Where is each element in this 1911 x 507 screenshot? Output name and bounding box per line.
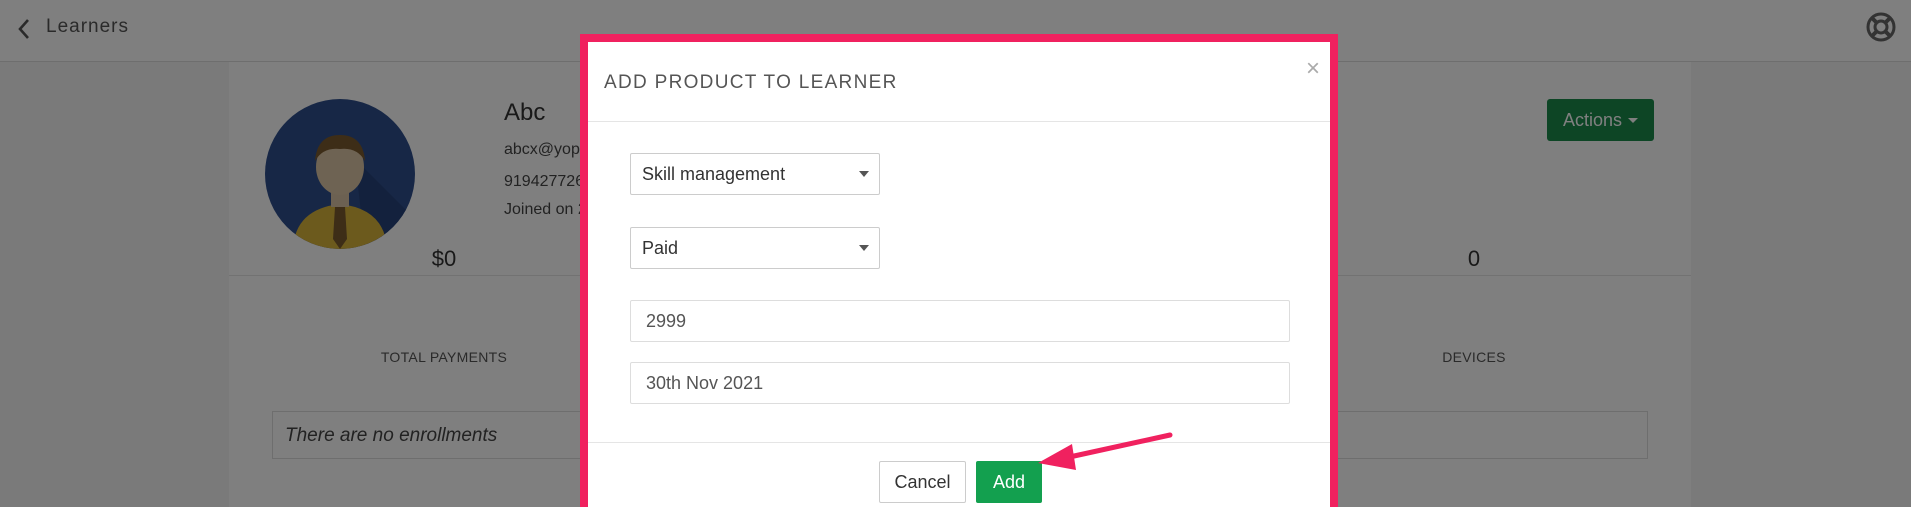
chevron-down-icon (859, 245, 869, 251)
pointer-arrow-icon (1038, 432, 1173, 470)
cancel-button[interactable]: Cancel (879, 461, 966, 503)
product-select[interactable]: Skill management (630, 153, 880, 195)
expiry-date-input[interactable] (630, 362, 1290, 404)
modal-title: ADD PRODUCT TO LEARNER (604, 72, 898, 93)
chevron-down-icon (859, 171, 869, 177)
price-input[interactable] (630, 300, 1290, 342)
modal-header-divider (588, 121, 1330, 122)
close-icon[interactable]: × (1306, 55, 1320, 83)
pricing-type-select[interactable]: Paid (630, 227, 880, 269)
product-select-value: Skill management (642, 164, 786, 184)
modal-footer-divider (588, 442, 1330, 443)
pricing-type-select-value: Paid (642, 238, 679, 258)
add-product-modal: ADD PRODUCT TO LEARNER × Skill managemen… (580, 34, 1338, 507)
